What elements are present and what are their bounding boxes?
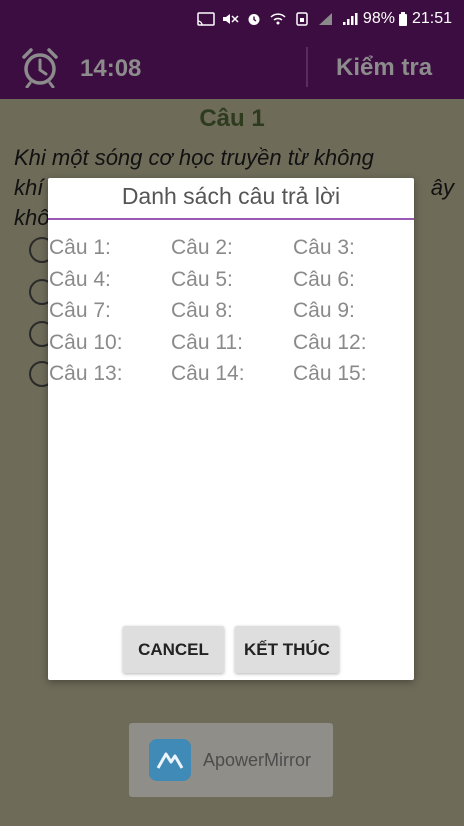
bottom-strip: [0, 826, 464, 831]
answer-item[interactable]: Câu 14:: [170, 362, 292, 394]
status-icons: [197, 11, 359, 26]
answer-row: Câu 4: Câu 5: Câu 6:: [48, 268, 414, 300]
answer-item[interactable]: Câu 8:: [170, 299, 292, 331]
status-bar: 98% 21:51: [0, 0, 464, 37]
answer-item[interactable]: Câu 5:: [170, 268, 292, 300]
battery-icon: [398, 11, 407, 26]
apowermirror-label: ApowerMirror: [203, 749, 312, 770]
status-clock: 21:51: [411, 9, 452, 27]
apowermirror-button[interactable]: ApowerMirror: [129, 723, 333, 797]
wifi-call-icon: [270, 12, 286, 24]
question-text-line: Khi một sóng cơ học truyền từ không: [14, 145, 374, 170]
sim-icon: [296, 11, 308, 26]
answer-item[interactable]: Câu 6:: [292, 268, 414, 300]
mute-icon: [222, 13, 239, 24]
apowermirror-logo-icon: [149, 739, 191, 781]
battery-percent: 98%: [362, 9, 395, 27]
answer-item[interactable]: Câu 13:: [48, 362, 170, 394]
answer-item[interactable]: Câu 15:: [292, 362, 414, 394]
answer-item[interactable]: Câu 3:: [292, 236, 414, 268]
answer-list-dialog: Danh sách câu trả lời Câu 1: Câu 2: Câu …: [48, 178, 414, 680]
finish-button[interactable]: KẾT THÚC: [235, 626, 339, 673]
answer-item[interactable]: Câu 2:: [170, 236, 292, 268]
answer-grid: Câu 1: Câu 2: Câu 3: Câu 4: Câu 5: Câu 6…: [48, 236, 414, 394]
question-text-fragment: ây: [430, 175, 454, 200]
alarm-clock-icon: [22, 48, 58, 88]
dialog-title: Danh sách câu trả lời: [121, 183, 341, 209]
alarm-icon: [248, 13, 260, 25]
answer-row: Câu 1: Câu 2: Câu 3:: [48, 236, 414, 268]
dialog-title-divider: [48, 218, 414, 220]
cast-icon: [197, 11, 215, 26]
answer-item[interactable]: Câu 1:: [48, 236, 170, 268]
answer-row: Câu 10: Câu 11: Câu 12:: [48, 331, 414, 363]
answer-item[interactable]: Câu 11:: [170, 331, 292, 363]
signal-icon: [342, 12, 358, 25]
answer-row: Câu 7: Câu 8: Câu 9:: [48, 299, 414, 331]
question-text-fragment: khí: [14, 175, 44, 200]
app-bar-divider: [306, 47, 308, 87]
question-title: Câu 1: [199, 105, 265, 132]
answer-item[interactable]: Câu 4:: [48, 268, 170, 300]
answer-item[interactable]: Câu 7:: [48, 299, 170, 331]
check-button[interactable]: Kiểm tra: [336, 54, 432, 82]
cancel-button[interactable]: CANCEL: [123, 626, 224, 673]
countdown-timer: 14:08: [80, 55, 142, 82]
dialog-actions: CANCEL KẾT THÚC: [123, 626, 339, 673]
answer-item[interactable]: Câu 9:: [292, 299, 414, 331]
app-bar: 14:08 Kiểm tra: [0, 37, 464, 99]
signal-icon: [318, 12, 332, 25]
answer-item[interactable]: Câu 10:: [48, 331, 170, 363]
answer-row: Câu 13: Câu 14: Câu 15:: [48, 362, 414, 394]
answer-item[interactable]: Câu 12:: [292, 331, 414, 363]
